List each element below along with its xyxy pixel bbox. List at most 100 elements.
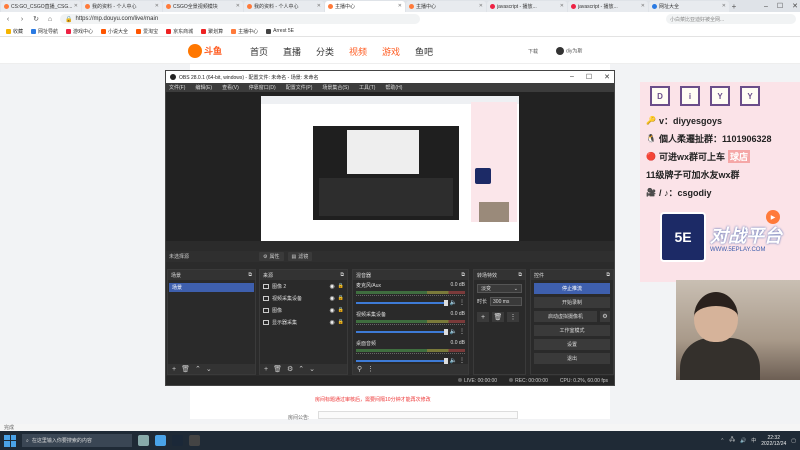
virtual-camera-button[interactable]: 启动虚拟摄像机: [534, 311, 597, 322]
browser-app-icon[interactable]: [155, 435, 166, 446]
announce-input[interactable]: [318, 411, 518, 419]
maximize-icon[interactable]: ☐: [777, 2, 783, 10]
dock-menu-icon[interactable]: ⧉: [606, 272, 610, 278]
browser-search-input[interactable]: 小白菜比亚迪好被全网...: [666, 14, 796, 24]
dock-menu-icon[interactable]: ⧉: [461, 272, 465, 278]
bookmark-item[interactable]: 小说大全: [101, 28, 128, 35]
maximize-icon[interactable]: ☐: [586, 73, 592, 81]
lock-icon[interactable]: 🔒: [338, 307, 344, 313]
filters-button[interactable]: ▤ 滤镜: [287, 252, 313, 261]
add-icon[interactable]: +: [477, 312, 489, 322]
lock-icon[interactable]: 🔒: [338, 319, 344, 325]
close-icon[interactable]: ✕: [236, 3, 240, 9]
obs-menu-item[interactable]: 查看(V): [222, 84, 239, 91]
notification-icon[interactable]: ▢: [791, 438, 796, 444]
network-icon[interactable]: 🖧: [729, 437, 735, 445]
bookmark-item[interactable]: Arrest 5E: [266, 28, 294, 34]
bookmark-item[interactable]: 聚划算: [201, 28, 223, 35]
eye-icon[interactable]: ◉: [330, 319, 335, 326]
lock-icon[interactable]: 🔒: [338, 295, 344, 301]
browser-tab[interactable]: 主播中心 ✕: [325, 0, 405, 12]
new-tab-icon[interactable]: +: [729, 2, 739, 11]
bookmark-item[interactable]: 收藏: [6, 28, 23, 35]
close-icon[interactable]: ✕: [604, 73, 610, 81]
add-icon[interactable]: +: [172, 366, 176, 373]
properties-button[interactable]: ⚙ 属性: [259, 252, 284, 261]
browser-tab[interactable]: CSGO全景视频模块 ✕: [163, 0, 243, 12]
bookmark-item[interactable]: 爱淘宝: [136, 28, 158, 35]
back-icon[interactable]: ‹: [4, 16, 12, 23]
steam-app-icon[interactable]: [172, 435, 183, 446]
bookmark-item[interactable]: 游戏中心: [66, 28, 93, 35]
lock-icon[interactable]: 🔒: [338, 283, 344, 289]
studio-mode-button[interactable]: 工作室模式: [534, 325, 610, 336]
duration-input[interactable]: 300 ms: [490, 297, 522, 306]
eye-icon[interactable]: ◉: [330, 307, 335, 314]
source-item[interactable]: 视频采集设备 ◉ 🔒: [260, 292, 347, 304]
move-down-icon[interactable]: ⌄: [206, 365, 212, 373]
close-icon[interactable]: ✕: [722, 3, 726, 9]
minimize-icon[interactable]: –: [764, 3, 768, 10]
remove-icon[interactable]: 🗑: [273, 365, 282, 373]
task-view-icon[interactable]: [138, 435, 149, 446]
move-up-icon[interactable]: ⌃: [298, 365, 304, 373]
more-icon[interactable]: ⋮: [459, 299, 465, 306]
obs-app-icon[interactable]: [189, 435, 200, 446]
source-item[interactable]: 图像 ◉ 🔒: [260, 304, 347, 316]
volume-icon[interactable]: 🔊: [740, 438, 746, 444]
obs-preview[interactable]: [166, 92, 614, 241]
eye-icon[interactable]: ◉: [330, 283, 335, 290]
source-item[interactable]: 图像 2 ◉ 🔒: [260, 280, 347, 292]
site-logo[interactable]: 斗鱼: [188, 42, 228, 59]
browser-tab[interactable]: 我的资料 - 个人中心 ✕: [82, 0, 162, 12]
volume-slider[interactable]: [356, 299, 448, 306]
dock-menu-icon[interactable]: ⧉: [518, 272, 522, 278]
obs-menu-item[interactable]: 编辑(E): [195, 84, 212, 91]
browser-tab[interactable]: 主播中心 ✕: [406, 0, 486, 12]
more-icon[interactable]: ⋮: [507, 312, 519, 322]
site-nav-item[interactable]: 直播: [283, 45, 316, 58]
start-recording-button[interactable]: 开始录制: [534, 297, 610, 308]
eye-icon[interactable]: ◉: [330, 295, 335, 302]
browser-tab[interactable]: 我的资料 - 个人中心 ✕: [244, 0, 324, 12]
exit-button[interactable]: 退出: [534, 353, 610, 364]
reload-icon[interactable]: ↻: [32, 15, 40, 23]
download-link[interactable]: 下载: [528, 48, 538, 55]
transition-select[interactable]: 淡变 ⌄: [477, 284, 522, 293]
volume-slider[interactable]: [356, 357, 448, 364]
site-nav-item[interactable]: 游戏: [382, 45, 415, 58]
move-down-icon[interactable]: ⌄: [309, 365, 315, 373]
speaker-icon[interactable]: 🔈: [450, 299, 457, 306]
slider-knob[interactable]: [443, 299, 448, 306]
browser-tab[interactable]: 网址大全 ✕: [649, 0, 729, 12]
url-field[interactable]: 🔒 https://mp.douyu.com/live/main: [60, 14, 420, 24]
link-icon[interactable]: ⚲: [357, 365, 362, 373]
chevron-up-icon[interactable]: ⌃: [720, 438, 724, 444]
close-icon[interactable]: ✕: [317, 3, 321, 9]
home-icon[interactable]: ⌂: [46, 16, 54, 23]
volume-slider[interactable]: [356, 328, 448, 335]
minimize-icon[interactable]: –: [570, 73, 574, 81]
input-language[interactable]: 中: [751, 437, 756, 444]
close-icon[interactable]: ✕: [398, 3, 402, 9]
browser-tab[interactable]: CS:GO_CSGO直播_CSG... ✕: [1, 0, 81, 12]
close-icon[interactable]: ✕: [479, 3, 483, 9]
remove-icon[interactable]: 🗑: [181, 365, 190, 373]
scene-item[interactable]: 场景: [169, 283, 254, 292]
speaker-icon[interactable]: 🔈: [450, 328, 457, 335]
slider-knob[interactable]: [443, 328, 448, 335]
more-icon[interactable]: ⋮: [367, 365, 374, 373]
obs-menu-item[interactable]: 帮助(H): [385, 84, 402, 91]
site-nav-item[interactable]: 首页: [250, 45, 283, 58]
site-nav-item[interactable]: 分类: [316, 45, 349, 58]
more-icon[interactable]: ⋮: [459, 357, 465, 364]
settings-button[interactable]: 设置: [534, 339, 610, 350]
browser-tab[interactable]: javascript - 播放... ✕: [487, 0, 567, 12]
obs-menu-item[interactable]: 文件(F): [169, 84, 185, 91]
bookmark-item[interactable]: 京东商城: [166, 28, 193, 35]
source-item[interactable]: 显示器采集 ◉ 🔒: [260, 316, 347, 328]
stop-streaming-button[interactable]: 停止推流: [534, 283, 610, 294]
close-icon[interactable]: ✕: [74, 3, 78, 9]
site-nav-item[interactable]: 视频: [349, 45, 382, 58]
bookmark-item[interactable]: 网址导航: [31, 28, 58, 35]
